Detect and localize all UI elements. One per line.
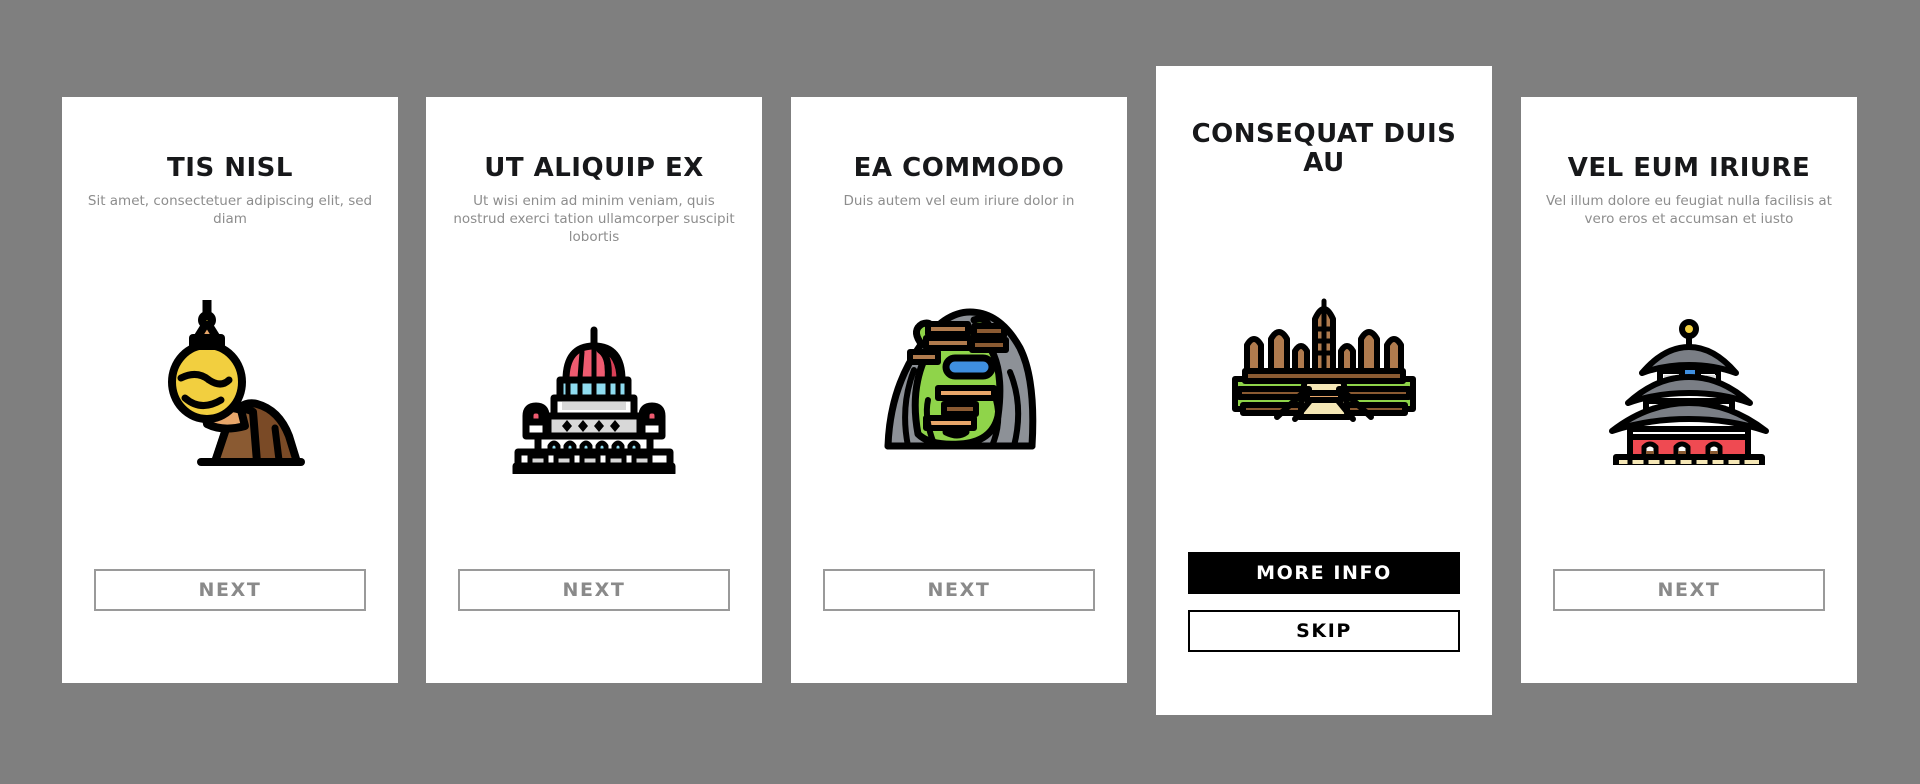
- card-3-next-button[interactable]: NEXT: [823, 569, 1095, 611]
- domed-capitol-building-icon: [512, 326, 676, 474]
- card-2-title: UT ALIQUIP EX: [484, 153, 704, 183]
- card-4-illustration: [1156, 174, 1492, 552]
- card-3-title: EA COMMODO: [853, 153, 1065, 183]
- card-4-title: CONSEQUAT DUIS AU: [1191, 119, 1457, 179]
- card-4-more-info-button[interactable]: MORE INFO: [1188, 552, 1460, 594]
- onboarding-card-5[interactable]: VEL EUM IRIURE Vel illum dolore eu feugi…: [1521, 97, 1857, 683]
- card-4-skip-button[interactable]: SKIP: [1188, 610, 1460, 652]
- card-2-illustration: [426, 229, 762, 569]
- card-3-button-area: NEXT: [791, 569, 1127, 611]
- card-2-button-area: NEXT: [426, 569, 762, 611]
- card-1-illustration: [62, 211, 398, 569]
- card-5-button-area: NEXT: [1521, 569, 1857, 611]
- card-2-next-button[interactable]: NEXT: [458, 569, 730, 611]
- card-5-next-button[interactable]: NEXT: [1553, 569, 1825, 611]
- golden-rock-pagoda-icon: [168, 299, 305, 466]
- onboarding-board: TIS NISL Sit amet, consectetuer adipisci…: [0, 0, 1920, 784]
- onboarding-card-1[interactable]: TIS NISL Sit amet, consectetuer adipisci…: [62, 97, 398, 683]
- card-1-title: TIS NISL: [167, 153, 293, 183]
- onboarding-card-3[interactable]: EA COMMODO Duis autem vel eum iriure dol…: [791, 97, 1127, 683]
- angkor-wat-temple-icon: [1232, 298, 1416, 423]
- card-4-button-area: MORE INFO SKIP: [1156, 552, 1492, 652]
- rice-terraces-icon: [884, 308, 1037, 450]
- card-1-button-area: NEXT: [62, 569, 398, 611]
- temple-of-heaven-icon: [1609, 318, 1769, 465]
- onboarding-card-4-featured[interactable]: CONSEQUAT DUIS AU MORE INFO SKIP: [1156, 66, 1492, 715]
- card-5-title: VEL EUM IRIURE: [1567, 153, 1811, 183]
- onboarding-card-2[interactable]: UT ALIQUIP EX Ut wisi enim ad minim veni…: [426, 97, 762, 683]
- card-5-illustration: [1521, 211, 1857, 569]
- card-3-illustration: [791, 193, 1127, 569]
- card-1-next-button[interactable]: NEXT: [94, 569, 366, 611]
